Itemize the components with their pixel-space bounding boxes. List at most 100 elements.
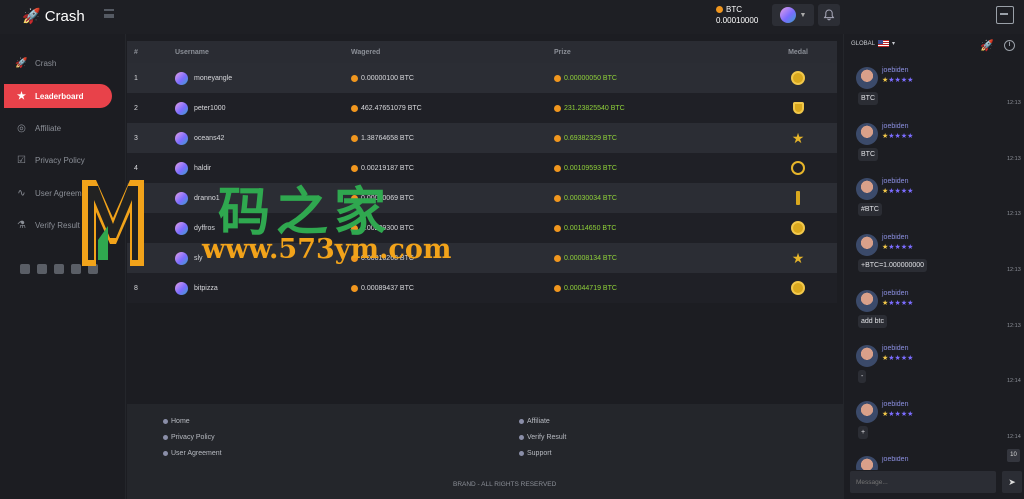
footer-link-label: Support	[527, 450, 552, 457]
header-rank: #	[134, 48, 138, 56]
sidebar-item-label: Verify Result	[35, 220, 80, 230]
footer-link-label: User Agreement	[171, 450, 222, 457]
facebook-icon[interactable]	[20, 264, 30, 274]
balance-currency: BTC	[726, 5, 742, 14]
chat-text: #BTC	[858, 203, 882, 216]
btc-coin-icon	[351, 134, 358, 142]
rating-stars-icon: ★★★★★	[882, 133, 914, 140]
prize-cell: 0.00000050 BTC	[564, 74, 617, 82]
bullet-icon	[519, 435, 524, 440]
btc-coin-icon	[554, 134, 561, 142]
chat-channel-selector[interactable]: GLOBAL ▾	[851, 40, 895, 47]
chat-username[interactable]: joebiden	[882, 67, 908, 74]
sidebar-item-leaderboard[interactable]: ★ Leaderboard	[4, 84, 112, 108]
sidebar-item-crash[interactable]: 🚀 Crash	[4, 51, 112, 75]
footer-link-support[interactable]: Support	[519, 450, 552, 457]
footer: Home Privacy Policy User Agreement Affil…	[127, 404, 843, 499]
footer-link-label: Affiliate	[527, 418, 550, 425]
watermark-url: www.573ym.com	[202, 234, 452, 265]
user-menu-button[interactable]: ▼	[772, 4, 814, 26]
username-cell[interactable]: moneyangle	[194, 75, 232, 82]
chat-username[interactable]: joebiden	[882, 178, 908, 185]
notifications-button[interactable]	[818, 4, 840, 26]
watermark-logo	[82, 180, 144, 266]
username-cell[interactable]: bitpizza	[194, 285, 218, 292]
avatar	[856, 123, 878, 145]
sidebar-item-affiliate[interactable]: ◎ Affiliate	[4, 116, 112, 140]
prize-cell: 0.69382329 BTC	[564, 134, 617, 142]
footer-link-label: Privacy Policy	[171, 434, 215, 441]
footer-link-home[interactable]: Home	[163, 418, 190, 425]
chat-text: BTC	[858, 148, 878, 161]
prize-cell: 231.23825540 BTC	[564, 104, 625, 112]
btc-coin-icon	[554, 284, 561, 292]
chat-toggle-icon[interactable]	[996, 6, 1014, 24]
btc-coin-icon	[554, 254, 561, 262]
footer-link-verify-result[interactable]: Verify Result	[519, 434, 566, 441]
chat-time: 12:14	[1007, 434, 1021, 440]
rocket-icon: 🚀	[15, 57, 28, 69]
menu-toggle-icon[interactable]	[104, 9, 114, 18]
chat-text: +	[858, 426, 869, 439]
chat-time: 12:13	[1007, 211, 1021, 217]
bullet-icon	[163, 419, 168, 424]
header-wagered: Wagered	[351, 48, 381, 56]
chat-username[interactable]: joebiden	[882, 234, 908, 241]
btc-coin-icon	[351, 284, 358, 292]
top-bar: 🚀 Crash BTC 0.00010000 ▼	[0, 0, 1024, 34]
chat-channel-label: GLOBAL	[851, 40, 876, 47]
send-icon[interactable]: ➤	[1002, 471, 1022, 493]
rating-stars-icon: ★★★★★	[882, 300, 914, 307]
footer-link-affiliate[interactable]: Affiliate	[519, 418, 550, 425]
chat-message-input[interactable]	[850, 471, 996, 493]
chat-time: 12:13	[1007, 267, 1021, 273]
chat-time: 12:13	[1007, 323, 1021, 329]
chat-text: BTC	[858, 92, 878, 105]
footer-link-user-agreement[interactable]: User Agreement	[163, 450, 222, 457]
us-flag-icon	[878, 40, 890, 47]
avatar	[856, 345, 878, 367]
chat-username[interactable]: joebiden	[882, 290, 908, 297]
chat-text: +BTC=1.000000000	[858, 259, 928, 272]
bell-icon	[823, 9, 835, 21]
username-cell[interactable]: peter1000	[194, 105, 226, 112]
sidebar-item-label: Leaderboard	[35, 91, 84, 101]
avatar	[175, 281, 188, 295]
balance-amount: 0.00010000	[716, 16, 759, 25]
table-row: 1 moneyangle 0.00000100 BTC 0.00000050 B…	[127, 63, 837, 93]
rank-cell: 1	[134, 74, 138, 82]
rocket-logo-icon: 🚀	[22, 8, 41, 25]
chat-username[interactable]: joebiden	[882, 456, 908, 463]
chat-username[interactable]: joebiden	[882, 345, 908, 352]
chat-username[interactable]: joebiden	[882, 123, 908, 130]
btc-coin-icon	[716, 6, 723, 14]
wagered-cell: 0.00089437 BTC	[361, 284, 414, 292]
chat-time: 12:14	[1007, 378, 1021, 384]
footer-link-privacy-policy[interactable]: Privacy Policy	[163, 434, 215, 441]
discord-icon[interactable]	[54, 264, 64, 274]
award-icon	[796, 191, 800, 205]
star-cup-icon: ★	[791, 250, 805, 266]
bullet-icon	[163, 451, 168, 456]
star-trophy-icon: ★	[791, 130, 805, 146]
bullet-icon	[519, 451, 524, 456]
target-icon: ◎	[17, 122, 26, 134]
chat-username[interactable]: joebiden	[882, 401, 908, 408]
rating-stars-icon: ★★★★★	[882, 355, 914, 362]
chat-text: add btc	[858, 315, 887, 328]
avatar	[175, 101, 188, 115]
btc-coin-icon	[351, 74, 358, 82]
prize-cell: 0.00008134 BTC	[564, 254, 617, 262]
pulse-icon: ∿	[17, 187, 26, 199]
bullet-icon	[163, 435, 168, 440]
logo[interactable]: 🚀 Crash	[22, 7, 85, 26]
rocket-icon[interactable]: 🚀	[980, 39, 994, 52]
username-cell[interactable]: oceans42	[194, 135, 224, 142]
rank-cell: 3	[134, 134, 138, 142]
info-icon[interactable]: i	[1004, 40, 1015, 51]
avatar	[856, 456, 878, 470]
btc-coin-icon	[554, 224, 561, 232]
btc-coin-icon	[554, 194, 561, 202]
app-root: 🚀 Crash BTC 0.00010000 ▼ 🚀 Crash ★ Leade…	[0, 0, 1024, 499]
twitter-icon[interactable]	[37, 264, 47, 274]
